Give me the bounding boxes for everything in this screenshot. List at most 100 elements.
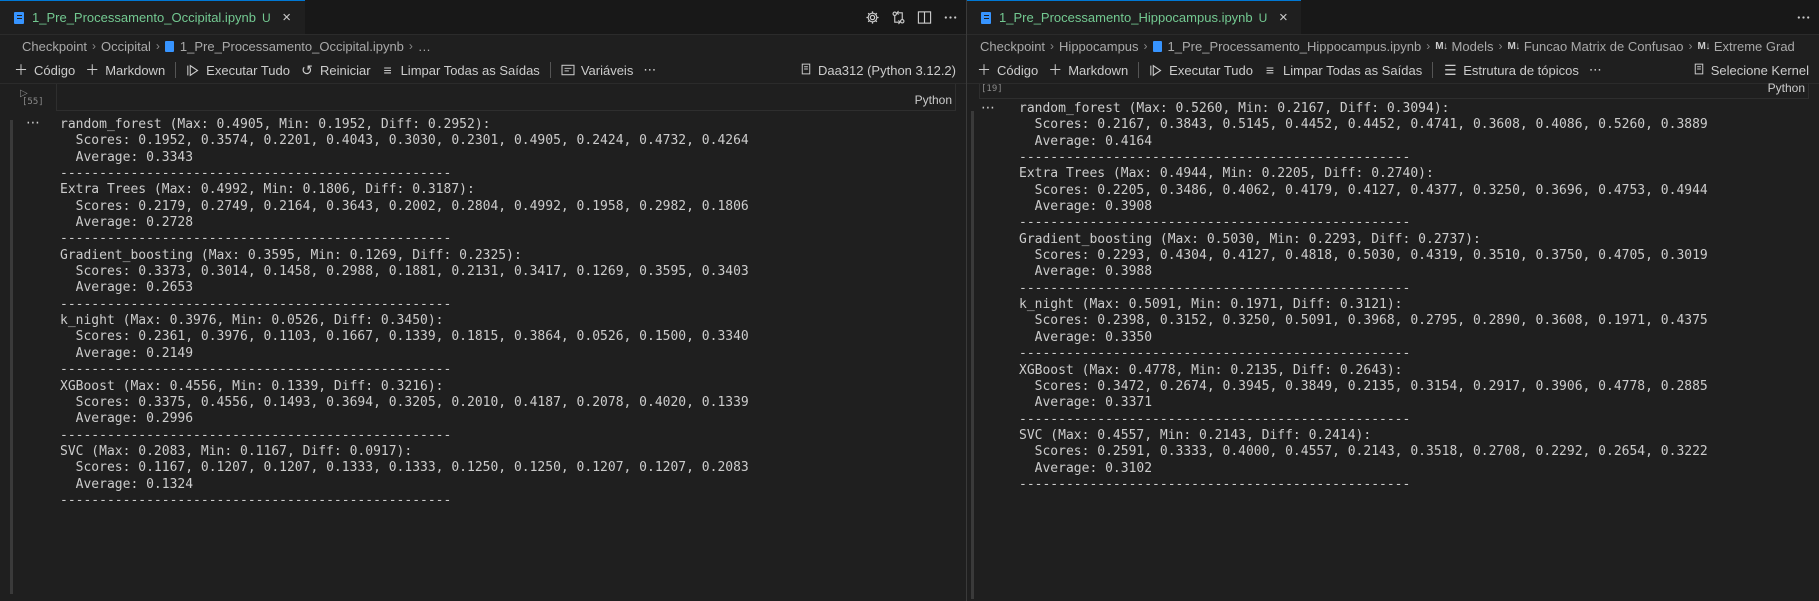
output-line: Scores: 0.2167, 0.3843, 0.5145, 0.4452, … xyxy=(1019,117,1708,133)
outline-label: Estrutura de tópicos xyxy=(1463,62,1579,78)
variables-button[interactable]: Variáveis xyxy=(561,62,634,78)
output-gutter-bar xyxy=(971,111,974,599)
add-code-label: Código xyxy=(34,62,76,78)
tab-close-button[interactable]: × xyxy=(1275,9,1291,26)
breadcrumb-item[interactable]: Checkpoint xyxy=(22,39,87,54)
gear-icon[interactable] xyxy=(864,10,880,26)
execution-count: [19] xyxy=(981,84,1003,94)
output-text: random_forest (Max: 0.5260, Min: 0.2167,… xyxy=(1019,101,1708,493)
more-actions-icon[interactable] xyxy=(1795,10,1811,26)
output-line: Average: 0.3988 xyxy=(1019,264,1153,280)
restart-kernel-button[interactable]: ↺ Reiniciar xyxy=(300,62,370,79)
output-separator: ----------------------------------------… xyxy=(1019,476,1411,492)
chevron-right-icon: › xyxy=(1143,39,1148,53)
output-line: Scores: 0.2179, 0.2749, 0.2164, 0.3643, … xyxy=(60,198,749,214)
toolbar-divider xyxy=(1138,62,1140,78)
breadcrumb-item[interactable]: Funcao Matrix de Confusao xyxy=(1524,39,1684,54)
right-tab-bar: 1_Pre_Processamento_Hippocampus.ipynb U … xyxy=(967,0,1819,35)
output-line: Average: 0.4164 xyxy=(1019,133,1153,149)
cell-language[interactable]: Python xyxy=(915,93,952,107)
output-line: k_night (Max: 0.5091, Min: 0.1971, Diff:… xyxy=(1019,297,1403,313)
notebook-icon xyxy=(1152,40,1162,52)
output-line: Scores: 0.2361, 0.3976, 0.1103, 0.1667, … xyxy=(60,329,749,345)
output-actions-icon[interactable]: ⋯ xyxy=(981,99,996,116)
notebook-toolbar: ＋ Código ＋ Markdown Executar Tudo ≡ Limp… xyxy=(967,57,1819,84)
toolbar-divider xyxy=(549,62,551,78)
output-line: SVC (Max: 0.2083, Min: 0.1167, Diff: 0.0… xyxy=(60,443,413,459)
kernel-picker[interactable]: Daa312 (Python 3.12.2) xyxy=(800,57,956,84)
tab-hippocampus-notebook[interactable]: 1_Pre_Processamento_Hippocampus.ipynb U … xyxy=(967,0,1302,34)
output-line: Scores: 0.2591, 0.3333, 0.4000, 0.4557, … xyxy=(1019,444,1708,460)
output-line: Scores: 0.2398, 0.3152, 0.3250, 0.5091, … xyxy=(1019,313,1708,329)
chevron-right-icon: › xyxy=(155,39,160,53)
output-separator: ----------------------------------------… xyxy=(1019,346,1411,362)
code-cell[interactable]: [19] Python xyxy=(967,81,1819,99)
run-all-icon xyxy=(1149,64,1163,77)
breadcrumb-item[interactable]: Occipital xyxy=(101,39,151,54)
output-separator: ----------------------------------------… xyxy=(60,296,452,312)
breadcrumb-item[interactable]: Checkpoint xyxy=(980,39,1045,54)
breadcrumb-item[interactable]: Extreme Grad xyxy=(1714,39,1795,54)
output-line: Extra Trees (Max: 0.4944, Min: 0.2205, D… xyxy=(1019,166,1434,182)
add-markdown-label: Markdown xyxy=(1068,62,1129,78)
markdown-icon: M↓ xyxy=(1507,40,1520,52)
run-all-label: Executar Tudo xyxy=(1169,62,1253,78)
notebook-icon xyxy=(981,11,991,24)
breadcrumb-item[interactable]: 1_Pre_Processamento_Hippocampus.ipynb xyxy=(1168,39,1422,54)
clear-outputs-label: Limpar Todas as Saídas xyxy=(400,62,540,78)
breadcrumb: Checkpoint › Hippocampus › 1_Pre_Process… xyxy=(967,35,1819,57)
toolbar-more-button[interactable]: ⋯ xyxy=(643,62,656,78)
output-line: Average: 0.2653 xyxy=(60,280,194,296)
output-gutter-bar xyxy=(10,120,13,594)
output-text: random_forest (Max: 0.4905, Min: 0.1952,… xyxy=(60,117,749,509)
clear-outputs-label: Limpar Todas as Saídas xyxy=(1283,62,1423,78)
output-separator: ----------------------------------------… xyxy=(1019,280,1411,296)
output-line: Scores: 0.3472, 0.2674, 0.3945, 0.3849, … xyxy=(1019,378,1708,394)
variables-label: Variáveis xyxy=(580,62,634,78)
split-editor-icon[interactable] xyxy=(916,10,932,26)
breadcrumb-item[interactable]: … xyxy=(418,39,431,54)
compare-changes-icon[interactable] xyxy=(890,10,906,26)
tab-modified-indicator: U xyxy=(1258,10,1268,25)
add-markdown-cell-button[interactable]: ＋ Markdown xyxy=(85,60,165,80)
output-separator: ----------------------------------------… xyxy=(1019,411,1411,427)
output-line: Average: 0.3350 xyxy=(1019,329,1153,345)
code-cell[interactable]: ▷ [55] Python xyxy=(0,84,966,114)
add-code-cell-button[interactable]: ＋ Código xyxy=(977,60,1038,80)
clear-outputs-button[interactable]: ≡ Limpar Todas as Saídas xyxy=(381,62,540,78)
cell-border xyxy=(56,84,956,111)
output-line: Gradient_boosting (Max: 0.5030, Min: 0.2… xyxy=(1019,231,1481,247)
clear-all-icon: ≡ xyxy=(1265,62,1275,78)
toolbar-more-button[interactable]: ⋯ xyxy=(1589,62,1602,78)
tab-occipital-notebook[interactable]: 1_Pre_Processamento_Occipital.ipynb U × xyxy=(0,0,305,34)
output-separator: ----------------------------------------… xyxy=(60,166,452,182)
outline-button[interactable]: ☰ Estrutura de tópicos xyxy=(1443,62,1579,79)
more-actions-icon[interactable] xyxy=(942,10,958,26)
kernel-picker[interactable]: Selecione Kernel xyxy=(1693,57,1809,84)
add-markdown-label: Markdown xyxy=(105,62,166,78)
cell-language[interactable]: Python xyxy=(1768,81,1805,95)
add-code-label: Código xyxy=(997,62,1039,78)
tab-close-button[interactable]: × xyxy=(279,9,295,26)
output-actions-icon[interactable]: ⋯ xyxy=(26,114,41,131)
plus-icon: ＋ xyxy=(14,62,28,78)
output-line: k_night (Max: 0.3976, Min: 0.0526, Diff:… xyxy=(60,313,444,329)
breadcrumb-item[interactable]: Models xyxy=(1452,39,1494,54)
list-icon: ☰ xyxy=(1443,61,1457,78)
toolbar-divider xyxy=(175,62,177,78)
add-code-cell-button[interactable]: ＋ Código xyxy=(14,60,75,80)
run-all-button[interactable]: Executar Tudo xyxy=(1149,63,1253,78)
output-line: Scores: 0.2293, 0.4304, 0.4127, 0.4818, … xyxy=(1019,248,1708,264)
output-line: Average: 0.2149 xyxy=(60,345,194,361)
breadcrumb-item[interactable]: 1_Pre_Processamento_Occipital.ipynb xyxy=(180,39,404,54)
clear-outputs-button[interactable]: ≡ Limpar Todas as Saídas xyxy=(1263,62,1422,78)
add-markdown-cell-button[interactable]: ＋ Markdown xyxy=(1048,60,1128,80)
kernel-label: Selecione Kernel xyxy=(1710,63,1809,78)
breadcrumb-item[interactable]: Hippocampus xyxy=(1059,39,1139,54)
output-line: random_forest (Max: 0.4905, Min: 0.1952,… xyxy=(60,117,491,132)
chevron-right-icon: › xyxy=(1050,39,1055,53)
markdown-icon: M↓ xyxy=(1697,40,1711,52)
execution-count: [55] xyxy=(22,97,44,107)
output-line: Average: 0.3908 xyxy=(1019,199,1153,215)
run-all-button[interactable]: Executar Tudo xyxy=(186,63,290,78)
